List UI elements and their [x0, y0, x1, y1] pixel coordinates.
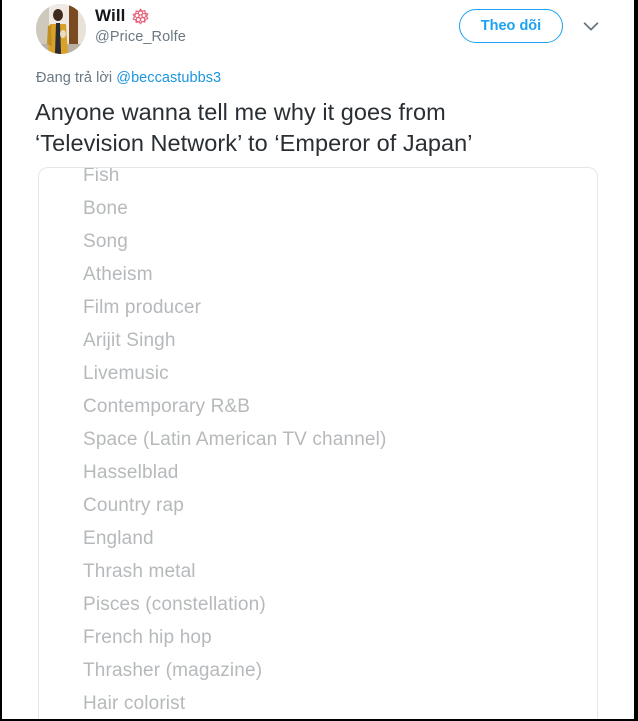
tweet-header: Will @Price_Rolfe Theo dõi: [36, 2, 602, 58]
list-item[interactable]: Pisces (constellation): [39, 588, 597, 621]
follow-button[interactable]: Theo dõi: [459, 9, 563, 43]
list-item[interactable]: Song: [39, 225, 597, 258]
reply-mention-link[interactable]: @beccastubbs3: [116, 70, 221, 86]
list-item[interactable]: Atheism: [39, 258, 597, 291]
list-item[interactable]: Space (Latin American TV channel): [39, 423, 597, 456]
list-item[interactable]: England: [39, 522, 597, 555]
tweet-body-line-2: ‘Television Network’ to ‘Emperor of Japa…: [35, 130, 473, 156]
list-item[interactable]: French hip hop: [39, 621, 597, 654]
user-avatar-photo: [36, 4, 86, 54]
list-item[interactable]: Fish: [39, 168, 597, 192]
reply-prefix-label: Đang trả lời: [36, 70, 113, 86]
list-item[interactable]: Thrash metal: [39, 555, 597, 588]
list-container: Fish Bone Song Atheism Film producer Arijit S…: [39, 168, 597, 719]
tweet-body-text: Anyone wanna tell me why it goes from ‘T…: [35, 97, 615, 159]
list-item[interactable]: Contemporary R&B: [39, 390, 597, 423]
tweet-body-line-1: Anyone wanna tell me why it goes from: [35, 99, 446, 125]
list-item[interactable]: Country rap: [39, 489, 597, 522]
avatar[interactable]: [36, 4, 86, 54]
chevron-down-icon[interactable]: [580, 15, 602, 37]
author-handle[interactable]: @Price_Rolfe: [95, 29, 186, 45]
author-name-block: Will @Price_Rolfe: [95, 5, 186, 45]
white-flower-emoji-icon: [132, 7, 150, 25]
attached-screenshot-card[interactable]: Fish Bone Song Atheism Film producer Arijit S…: [38, 167, 598, 719]
list-item[interactable]: Thrasher (magazine): [39, 654, 597, 687]
list-item[interactable]: Bone: [39, 192, 597, 225]
list-item[interactable]: Hasselblad: [39, 456, 597, 489]
display-name[interactable]: Will: [95, 6, 125, 26]
reply-context: Đang trả lời @beccastubbs3: [36, 70, 221, 86]
tweet-screenshot: Will @Price_Rolfe Theo dõi Đang trả lời …: [0, 0, 638, 721]
display-name-row: Will: [95, 5, 186, 27]
list-item[interactable]: Film producer: [39, 291, 597, 324]
list-item[interactable]: Hair colorist: [39, 687, 597, 719]
list-item[interactable]: Livemusic: [39, 357, 597, 390]
list-item[interactable]: Arijit Singh: [39, 324, 597, 357]
